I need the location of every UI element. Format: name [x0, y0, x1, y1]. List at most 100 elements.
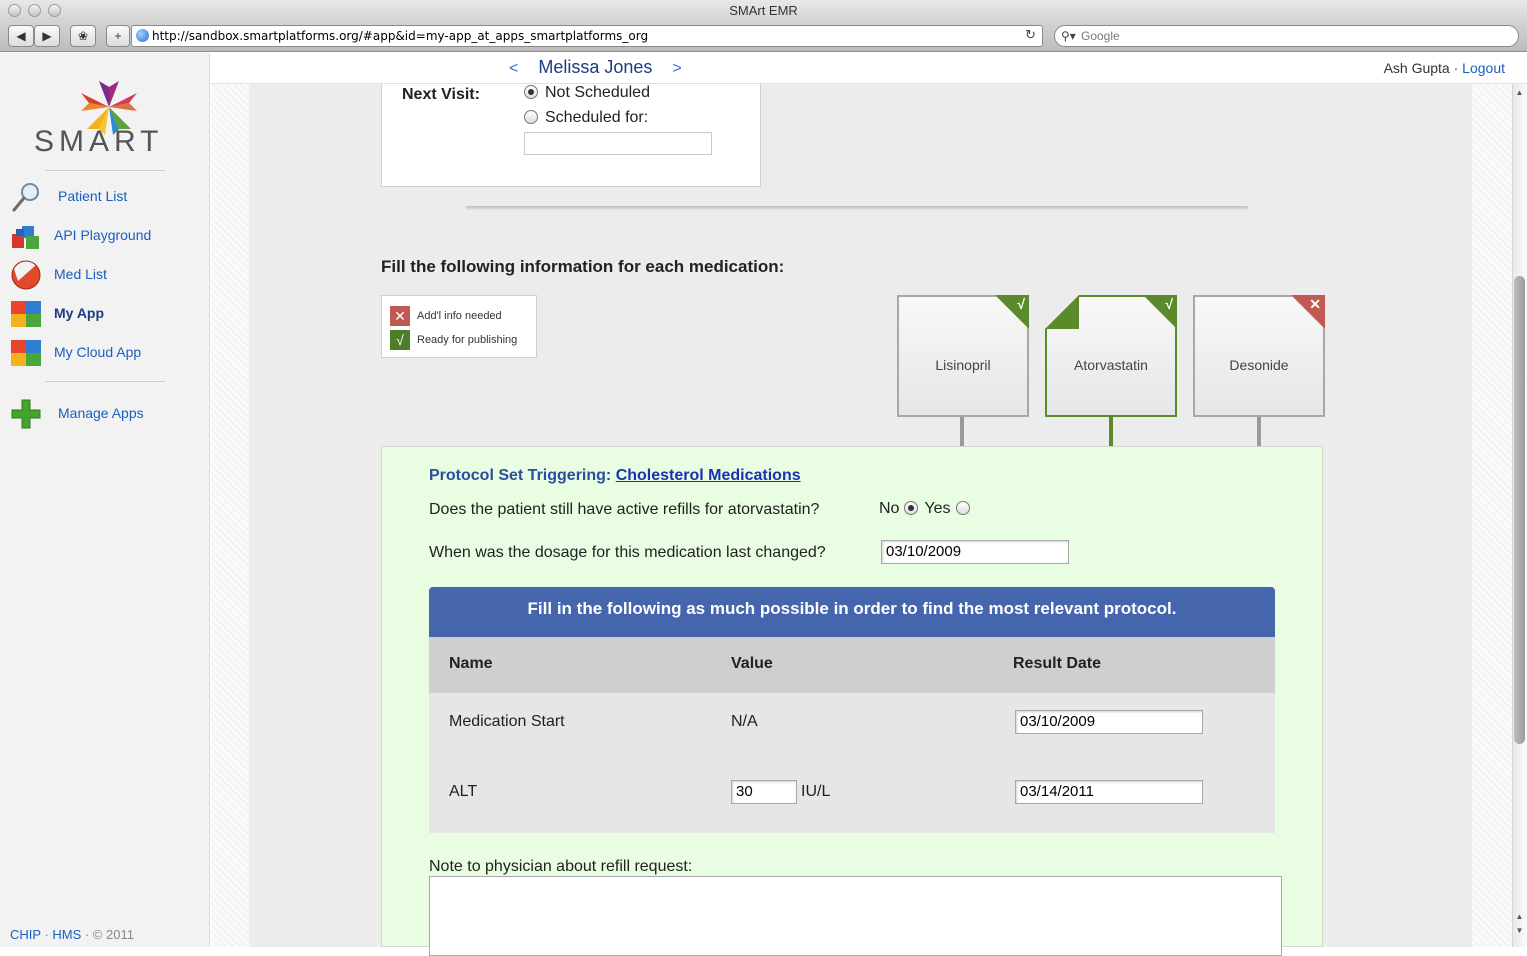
forward-arrow-icon: ▶ [42, 29, 52, 43]
sidebar-item-label: Med List [54, 266, 107, 282]
magnifier-icon [12, 183, 39, 212]
elephant-icon: ❀ [77, 29, 89, 43]
reload-icon[interactable]: ↻ [1025, 26, 1036, 46]
no-label: No [879, 500, 900, 517]
check-mark-icon: √ [1143, 295, 1177, 329]
nav-divider [45, 381, 165, 382]
previous-patient-button[interactable]: < [509, 60, 518, 77]
nav-divider [45, 170, 165, 171]
sidebar-item-label: My App [54, 305, 105, 321]
x-mark-icon: ✕ [1291, 295, 1325, 329]
search-placeholder: Google [1081, 29, 1120, 43]
address-bar[interactable]: http://sandbox.smartplatforms.org/#app&i… [131, 25, 1043, 47]
refills-question: Does the patient still have active refil… [429, 501, 820, 518]
user-box: Ash Gupta · Logout [1384, 60, 1505, 76]
hms-link[interactable]: HMS [52, 927, 81, 942]
scrollbar-thumb[interactable] [1514, 276, 1525, 744]
scroll-down-icon[interactable]: ▼ [1514, 926, 1525, 935]
not-scheduled-radio[interactable] [524, 85, 538, 99]
scheduled-for-radio[interactable] [524, 110, 538, 124]
browser-toolbar: ◀ ▶ ❀ + http://sandbox.smartplatforms.or… [0, 22, 1527, 52]
card-connector [960, 417, 964, 447]
check-mark-icon: √ [390, 330, 410, 350]
dosage-question: When was the dosage for this medication … [429, 544, 826, 561]
next-patient-button[interactable]: > [672, 60, 681, 77]
yes-radio[interactable] [955, 501, 970, 515]
refills-answer-group: No Yes [879, 500, 976, 518]
row-unit: IU/L [801, 783, 831, 800]
section-divider [466, 206, 1248, 210]
row-name: Medication Start [449, 713, 565, 730]
sidebar-item-api-playground[interactable]: API Playground [0, 218, 210, 254]
logout-link[interactable]: Logout [1462, 60, 1505, 76]
back-button[interactable]: ◀ [8, 25, 34, 47]
sidebar-item-med-list[interactable]: Med List [0, 257, 210, 293]
legend-label: Ready for publishing [417, 333, 518, 346]
zoom-window-button[interactable] [48, 4, 61, 17]
patient-header: < Melissa Jones > Ash Gupta · Logout [211, 53, 1527, 84]
result-date-input[interactable]: 03/10/2009 [1015, 710, 1203, 734]
content-gutter-right [1472, 84, 1512, 947]
blocks-icon [12, 226, 39, 249]
check-mark-icon: √ [995, 295, 1029, 329]
sidebar-item-manage-apps[interactable]: Manage Apps [0, 396, 210, 432]
scheduled-date-input[interactable] [524, 132, 712, 155]
user-name: Ash Gupta [1383, 60, 1450, 76]
not-scheduled-option[interactable]: Not Scheduled [524, 84, 650, 102]
scheduled-for-option[interactable]: Scheduled for: [524, 109, 648, 127]
note-label: Note to physician about refill request: [429, 858, 693, 875]
protocol-heading: Protocol Set Triggering: Cholesterol Med… [429, 467, 801, 485]
sidebar-item-my-app[interactable]: My App [0, 296, 210, 332]
chip-link[interactable]: CHIP [10, 927, 41, 942]
physician-note-textarea[interactable] [429, 876, 1282, 956]
column-header-name: Name [449, 655, 493, 672]
sidebar-item-patient-list[interactable]: Patient List [0, 179, 210, 215]
scroll-up-icon[interactable]: ▲ [1514, 88, 1525, 97]
row-name: ALT [449, 783, 478, 800]
content-gutter-left [211, 84, 249, 947]
card-connector [1257, 417, 1261, 447]
alt-value-input[interactable]: 30 [731, 780, 797, 804]
med-card-name: Atorvastatin [1074, 357, 1148, 373]
legend-ready: √ Ready for publishing [390, 330, 517, 350]
next-visit-label: Next Visit: [402, 86, 480, 103]
scroll-up-icon[interactable]: ▲ [1514, 912, 1525, 921]
sidebar-item-my-cloud-app[interactable]: My Cloud App [0, 335, 210, 371]
protocol-link[interactable]: Cholesterol Medications [616, 467, 801, 484]
sidebar-item-label: Manage Apps [58, 405, 144, 421]
row-value: N/A [731, 713, 758, 730]
evernote-button[interactable]: ❀ [70, 25, 96, 47]
minimize-window-button[interactable] [28, 4, 41, 17]
plus-icon [11, 399, 41, 429]
med-card-lisinopril[interactable]: √ Lisinopril [897, 295, 1029, 417]
card-connector [1109, 417, 1113, 447]
add-bookmark-button[interactable]: + [106, 25, 130, 47]
protocol-panel: Protocol Set Triggering: Cholesterol Med… [381, 446, 1323, 956]
address-text: http://sandbox.smartplatforms.org/#app&i… [152, 29, 649, 43]
globe-icon [136, 29, 149, 42]
no-radio[interactable] [904, 501, 919, 515]
sidebar-item-label: API Playground [54, 227, 152, 243]
option-label: Not Scheduled [545, 84, 650, 101]
window-titlebar: SMArt EMR [0, 0, 1527, 22]
result-date-input[interactable]: 03/14/2011 [1015, 780, 1203, 804]
lab-table-body: Medication Start N/A 03/10/2009 ALT 30 I… [429, 693, 1275, 833]
dosage-date-input[interactable]: 03/10/2009 [881, 540, 1069, 564]
pill-icon [11, 260, 41, 290]
search-input[interactable]: ⚲▾ Google [1054, 25, 1519, 47]
sidebar-item-label: My Cloud App [54, 344, 142, 360]
window-title: SMArt EMR [729, 3, 798, 18]
protocol-banner: Fill in the following as much possible i… [429, 587, 1275, 637]
close-window-button[interactable] [8, 4, 21, 17]
forward-button[interactable]: ▶ [34, 25, 60, 47]
med-card-name: Desonide [1229, 357, 1289, 373]
patient-name: Melissa Jones [538, 57, 653, 77]
legend-label: Add'l info needed [417, 309, 502, 322]
option-label: Scheduled for: [545, 109, 649, 126]
footer-credit: CHIP · HMS · © 2011 [10, 927, 134, 942]
app-tiles-icon [11, 340, 41, 366]
med-card-atorvastatin[interactable]: √ Atorvastatin [1045, 295, 1177, 417]
med-card-desonide[interactable]: ✕ Desonide [1193, 295, 1325, 417]
med-card-name: Lisinopril [935, 357, 991, 373]
next-visit-box: Next Visit: Not Scheduled Scheduled for: [381, 84, 761, 187]
